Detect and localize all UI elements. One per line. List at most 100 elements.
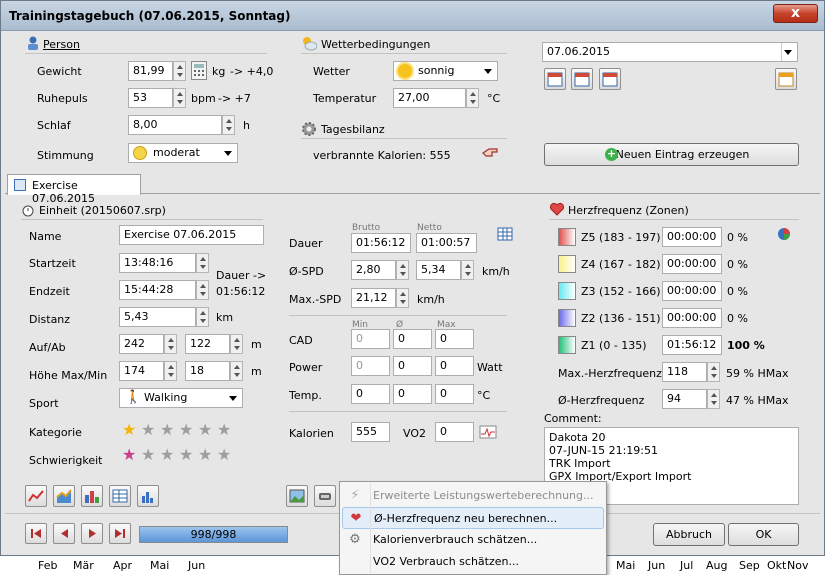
ruhepuls-spinner[interactable] xyxy=(173,88,186,108)
star-icon[interactable]: ★ xyxy=(122,447,138,463)
picture-icon[interactable] xyxy=(286,485,308,507)
device-icon[interactable] xyxy=(314,485,336,507)
date-picker[interactable]: 07.06.2015 xyxy=(542,42,798,62)
star-icon[interactable]: ★ xyxy=(179,447,195,463)
ruhepuls-input[interactable]: 53 xyxy=(128,88,173,108)
histogram-icon[interactable] xyxy=(137,485,159,507)
star-icon[interactable]: ★ xyxy=(217,447,233,463)
temperatur-input[interactable]: 27,00 xyxy=(393,88,466,108)
star-icon[interactable]: ★ xyxy=(198,447,214,463)
temp-avg-input[interactable]: 0 xyxy=(393,384,432,404)
title-bar[interactable]: Trainingstagebuch (07.06.2015, Sonntag) … xyxy=(1,1,824,31)
schwierigkeit-rating[interactable]: ★ ★ ★ ★ ★ ★ xyxy=(122,447,242,465)
ab-spinner[interactable] xyxy=(230,334,243,354)
hr-max-input[interactable]: 118 xyxy=(662,362,707,382)
temperatur-spinner[interactable] xyxy=(466,88,479,108)
spd-netto-spinner[interactable] xyxy=(461,260,474,280)
power-max-input[interactable]: 0 xyxy=(435,356,474,376)
close-button[interactable]: x xyxy=(773,4,818,23)
hoehe-max-spinner[interactable] xyxy=(164,361,177,381)
spd-brutto-input[interactable]: 2,80 xyxy=(351,260,396,280)
stimmung-dropdown[interactable]: moderat xyxy=(128,143,238,163)
endzeit-input[interactable]: 15:44:28 xyxy=(119,280,196,300)
gewicht-spinner[interactable] xyxy=(173,61,186,81)
star-icon[interactable]: ★ xyxy=(141,447,157,463)
abbruch-button[interactable]: Abbruch xyxy=(653,523,725,546)
sun-icon xyxy=(398,64,412,78)
hand-pointer-icon[interactable] xyxy=(481,144,499,160)
spd-brutto-spinner[interactable] xyxy=(396,260,409,280)
startzeit-input[interactable]: 13:48:16 xyxy=(119,253,196,273)
ab-input[interactable]: 122 xyxy=(185,334,230,354)
star-icon[interactable]: ★ xyxy=(122,422,138,438)
ok-button[interactable]: OK xyxy=(728,523,799,546)
hr-max-spinner[interactable] xyxy=(707,362,720,382)
calendar-prev-icon[interactable] xyxy=(544,68,566,90)
star-icon[interactable]: ★ xyxy=(160,422,176,438)
new-entry-button[interactable]: + Neuen Eintrag erzeugen xyxy=(544,143,799,166)
table-icon[interactable] xyxy=(109,485,131,507)
menu-item[interactable]: ❤ Ø-Herzfrequenz neu berechnen... xyxy=(342,507,604,529)
menu-item[interactable]: ⚙ Kalorienverbrauch schätzen... xyxy=(342,529,604,551)
kalorien-input[interactable]: 555 xyxy=(351,422,390,442)
ekg-icon[interactable] xyxy=(479,424,497,440)
grid-table-icon[interactable] xyxy=(497,226,513,242)
next-record-button[interactable] xyxy=(81,523,103,544)
star-icon[interactable]: ★ xyxy=(179,422,195,438)
menu-item[interactable]: ⚡ Erweiterte Leistungswerteberechnung... xyxy=(342,485,604,507)
temp-max-input[interactable]: 0 xyxy=(435,384,474,404)
vo2-input[interactable]: 0 xyxy=(435,422,474,442)
line-chart-icon[interactable] xyxy=(25,485,47,507)
hr-avg-spinner[interactable] xyxy=(707,389,720,409)
hr-avg-input[interactable]: 94 xyxy=(662,389,707,409)
kategorie-rating[interactable]: ★ ★ ★ ★ ★ ★ xyxy=(122,422,242,440)
menu-item[interactable]: VO2 Verbrauch schätzen... xyxy=(342,551,604,573)
temp-min-input[interactable]: 0 xyxy=(351,384,390,404)
distanz-spinner[interactable] xyxy=(196,307,209,327)
auf-spinner[interactable] xyxy=(164,334,177,354)
bar-chart-icon[interactable] xyxy=(81,485,103,507)
endzeit-spinner[interactable] xyxy=(196,280,209,300)
gewicht-input[interactable]: 81,99 xyxy=(128,61,173,81)
area-chart-icon[interactable] xyxy=(53,485,75,507)
power-avg-input[interactable]: 0 xyxy=(393,356,432,376)
cad-min-input[interactable]: 0 xyxy=(351,329,390,349)
calendar-today-icon[interactable] xyxy=(571,68,593,90)
star-icon[interactable]: ★ xyxy=(198,422,214,438)
last-record-button[interactable] xyxy=(109,523,131,544)
first-record-button[interactable] xyxy=(25,523,47,544)
auf-input[interactable]: 242 xyxy=(119,334,164,354)
star-icon[interactable]: ★ xyxy=(141,422,157,438)
maxspd-input[interactable]: 21,12 xyxy=(351,288,396,308)
hr-zone-time[interactable]: 00:00:00 xyxy=(662,227,722,247)
hr-zone-time[interactable]: 01:56:12 xyxy=(662,335,722,355)
calendar-edit-icon[interactable] xyxy=(775,68,797,90)
calculator-icon[interactable] xyxy=(191,61,207,80)
maxspd-spinner[interactable] xyxy=(396,288,409,308)
name-input[interactable]: Exercise 07.06.2015 xyxy=(119,225,264,245)
startzeit-spinner[interactable] xyxy=(196,253,209,273)
dauer-brutto-input[interactable]: 01:56:12 xyxy=(351,233,411,253)
prev-record-button[interactable] xyxy=(53,523,75,544)
hoehe-min-spinner[interactable] xyxy=(230,361,243,381)
sport-dropdown[interactable]: 🚶 Walking xyxy=(119,388,243,408)
schlaf-spinner[interactable] xyxy=(222,115,235,135)
pie-chart-icon[interactable] xyxy=(775,226,793,242)
hr-zone-time[interactable]: 00:00:00 xyxy=(662,308,722,328)
dauer-netto-input[interactable]: 01:00:57 xyxy=(416,233,477,253)
schlaf-input[interactable]: 8,00 xyxy=(128,115,222,135)
distanz-input[interactable]: 5,43 xyxy=(119,307,196,327)
hoehe-max-input[interactable]: 174 xyxy=(119,361,164,381)
wetter-dropdown[interactable]: sonnig xyxy=(393,61,498,81)
power-min-input[interactable]: 0 xyxy=(351,356,390,376)
cad-avg-input[interactable]: 0 xyxy=(393,329,432,349)
star-icon[interactable]: ★ xyxy=(217,422,233,438)
hr-zone-time[interactable]: 00:00:00 xyxy=(662,281,722,301)
star-icon[interactable]: ★ xyxy=(160,447,176,463)
tab-exercise[interactable]: Exercise 07.06.2015 xyxy=(7,174,141,205)
hoehe-min-input[interactable]: 18 xyxy=(185,361,230,381)
cad-max-input[interactable]: 0 xyxy=(435,329,474,349)
spd-netto-input[interactable]: 5,34 xyxy=(416,260,461,280)
calendar-next-icon[interactable] xyxy=(599,68,621,90)
hr-zone-time[interactable]: 00:00:00 xyxy=(662,254,722,274)
